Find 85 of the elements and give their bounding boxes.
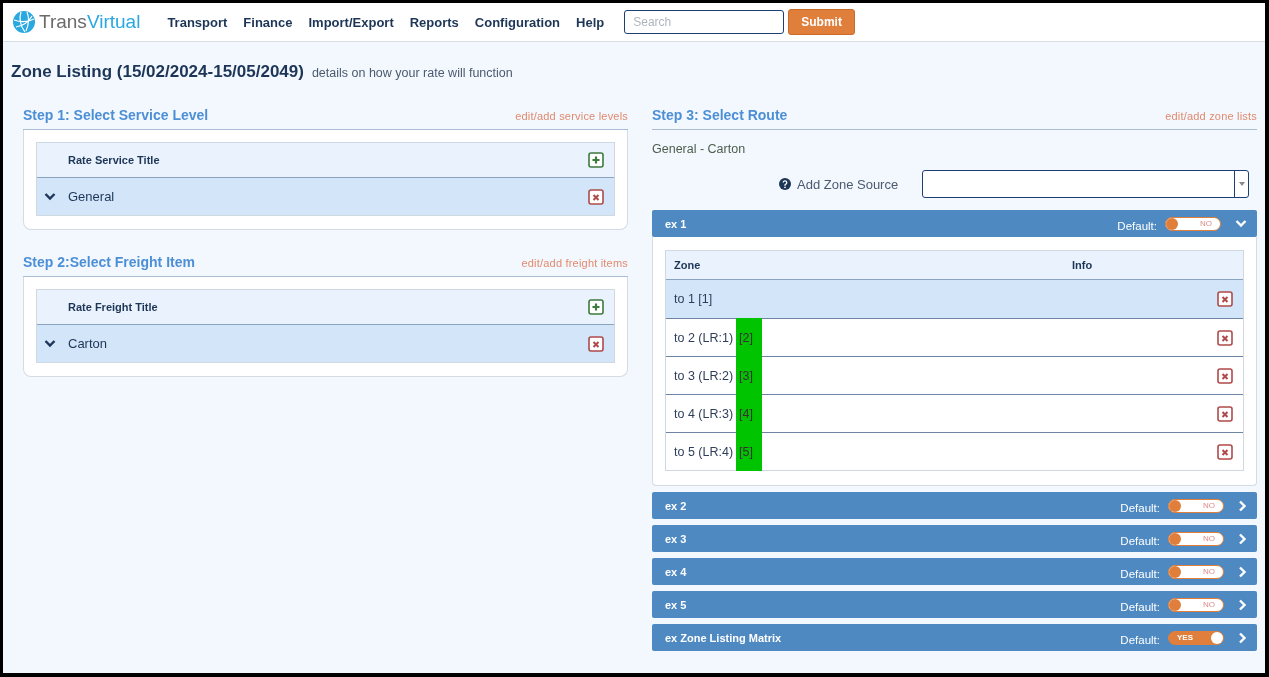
table-row[interactable]: to 1 [1] [666,280,1243,318]
table-row[interactable]: to 3 (LR:2) [3] [666,356,1243,394]
delete-icon[interactable] [588,335,604,352]
zone-list-name: ex Zone Listing Matrix [665,631,783,644]
column-header: Rate Freight Title [68,301,158,313]
chevron-right-icon[interactable] [1238,532,1247,545]
chevron-right-icon[interactable] [1238,565,1247,578]
table-row[interactable]: General [37,178,614,215]
add-icon[interactable] [588,152,604,168]
table-row[interactable]: to 4 (LR:3) [4] [666,394,1243,432]
submit-button[interactable]: Submit [788,9,855,35]
chevron-down-icon[interactable] [44,192,56,201]
edit-link[interactable]: edit/add zone lists [1165,110,1257,122]
column-header: Zone [674,259,702,271]
field-label: Add Zone Source [797,176,899,192]
default-toggle[interactable]: YES [1168,630,1224,645]
zone-code: [3] [736,356,762,395]
chevron-right-icon[interactable] [1238,598,1247,611]
zone-list-name: ex 2 [665,499,688,512]
accordion-header[interactable]: ex Zone Listing Matrix Default: YES [652,624,1257,651]
default-label: Default: [1120,633,1160,646]
accordion-header[interactable]: ex 4 Default: NO [652,558,1257,585]
menu-item[interactable]: Help [576,14,605,30]
default-toggle[interactable]: NO [1168,498,1224,513]
step-title: Step 3: Select Route [652,107,788,123]
chevron-right-icon[interactable] [1238,631,1247,644]
table-row[interactable]: to 2 (LR:1) [2] [666,318,1243,356]
dropdown-arrow-icon [1238,182,1245,186]
menu-item[interactable]: Configuration [474,14,561,30]
delete-icon[interactable] [588,188,604,205]
step-title: Step 2:Select Freight Item [23,254,195,270]
zone-name: to 1 [1] [674,291,713,308]
delete-icon[interactable] [1217,443,1233,460]
zone-source-dropdown[interactable] [922,170,1249,198]
globe-icon [12,10,36,34]
page-title: Zone Listing (15/02/2024-15/05/2049) [11,62,304,82]
default-label: Default: [1120,600,1160,613]
table-row[interactable]: to 5 (LR:4) [5] [666,432,1243,470]
chevron-right-icon[interactable] [1238,499,1247,512]
delete-icon[interactable] [1217,329,1233,346]
page-subtitle: details on how your rate will function [311,66,513,80]
menu-item[interactable]: Reports [409,14,459,30]
menu-item[interactable]: Finance [243,14,293,30]
accordion-header[interactable]: ex 5 Default: NO [652,591,1257,618]
default-toggle[interactable]: NO [1165,216,1221,231]
zone-code: [2] [736,318,762,357]
search-field[interactable]: Search [624,10,785,34]
accordion-header[interactable]: ex 3 Default: NO [652,525,1257,552]
chevron-down-icon[interactable] [44,339,56,348]
default-toggle[interactable]: NO [1168,531,1224,546]
default-label: Default: [1120,567,1160,580]
logo-text[interactable]: TransVirtual [39,11,141,33]
table-row[interactable]: Carton [37,325,614,362]
help-icon [779,178,791,190]
zone-code: [4] [736,394,762,433]
step-title: Step 1: Select Service Level [23,107,209,123]
delete-icon[interactable] [1217,367,1233,384]
default-label: Default: [1117,219,1157,232]
zone-name: to 4 (LR:3) [674,405,734,423]
zone-code: [5] [736,432,762,471]
zone-list-name: ex 4 [665,565,688,578]
row-label: General [68,189,116,204]
row-label: Carton [68,336,109,351]
zone-name: to 5 (LR:4) [674,443,734,461]
zone-list-name: ex 1 [665,217,688,230]
zone-list-name: ex 3 [665,532,688,545]
column-header: Rate Service Title [68,154,160,166]
selection-label: General - Carton [652,142,747,156]
menu-item[interactable]: Transport [167,14,228,30]
default-label: Default: [1120,501,1160,514]
zone-list-name: ex 5 [665,598,688,611]
accordion-header[interactable]: ex 1 Default: NO [652,210,1257,237]
edit-link[interactable]: edit/add service levels [515,110,628,122]
column-header: Info [1072,259,1093,271]
edit-link[interactable]: edit/add freight items [521,257,628,269]
default-toggle[interactable]: NO [1168,564,1224,579]
default-label: Default: [1120,534,1160,547]
zone-name: to 2 (LR:1) [674,329,734,347]
delete-icon[interactable] [1217,291,1233,307]
delete-icon[interactable] [1217,405,1233,422]
default-toggle[interactable]: NO [1168,597,1224,612]
zone-name: to 3 (LR:2) [674,367,734,385]
accordion-header[interactable]: ex 2 Default: NO [652,492,1257,519]
menu-item[interactable]: Import/Export [308,14,394,30]
add-icon[interactable] [588,299,604,315]
